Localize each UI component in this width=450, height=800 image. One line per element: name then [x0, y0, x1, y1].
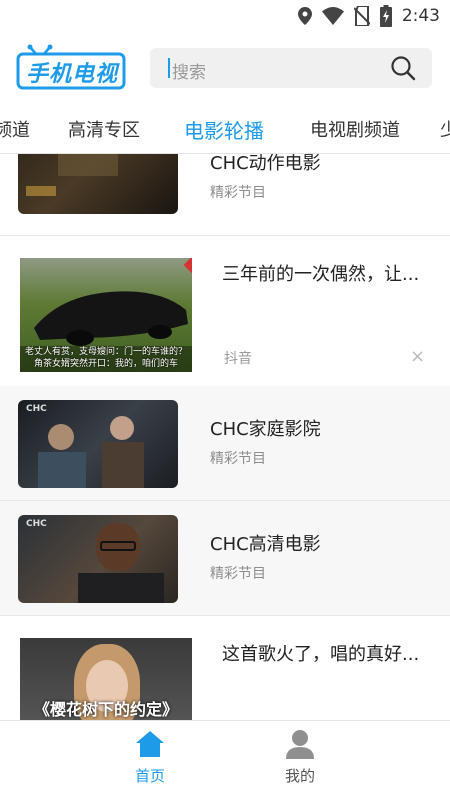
list-item-chc-hd[interactable]: CHC CHC高清电影 精彩节目 [0, 501, 450, 616]
video-thumbnail[interactable]: 《樱花树下的约定》 [20, 638, 192, 720]
channel-logo: CHC [26, 404, 47, 414]
item-title: 这首歌火了，唱的真好... [222, 644, 420, 665]
app-header: 手机电视 搜索 [0, 32, 450, 104]
content-feed: CHC动作电影 精彩节目 老丈人有赏，支母嫂问：门一的车谁的？ 角茶女婿突然开口… [0, 154, 450, 720]
close-icon[interactable]: × [410, 346, 425, 367]
list-item-chc-family[interactable]: CHC CHC家庭影院 精彩节目 [0, 386, 450, 501]
video-thumbnail[interactable]: 老丈人有赏，支母嫂问：门一的车谁的？ 角茶女婿突然开口：我的，咱们的车 [20, 258, 192, 372]
app-logo: 手机电视 [16, 44, 128, 90]
item-subtitle: 精彩节目 [210, 185, 266, 201]
item-title: 三年前的一次偶然，让... [222, 264, 420, 285]
video-thumbnail[interactable] [18, 154, 178, 214]
tab-movie-carousel[interactable]: 电影轮播 [184, 115, 264, 144]
status-bar: 2:43 [0, 0, 450, 32]
nav-home[interactable]: 首页 [110, 729, 190, 786]
search-icon[interactable] [390, 55, 416, 81]
tab-tv-series[interactable]: 电视剧频道 [310, 116, 400, 142]
wifi-icon [321, 7, 344, 25]
item-title: CHC高清电影 [210, 534, 321, 555]
status-icons: 2:43 [297, 5, 440, 27]
list-item-video-car[interactable]: 老丈人有赏，支母嫂问：门一的车谁的？ 角茶女婿突然开口：我的，咱们的车 三年前的… [0, 236, 450, 386]
nav-home-label: 首页 [134, 767, 165, 785]
user-icon [286, 730, 314, 759]
nav-profile[interactable]: 我的 [260, 729, 340, 786]
tab-channel[interactable]: 频道 [0, 116, 30, 142]
search-input[interactable]: 搜索 [150, 48, 432, 88]
list-item-chc-action[interactable]: CHC动作电影 精彩节目 [0, 154, 450, 236]
nav-profile-label: 我的 [284, 767, 315, 785]
location-icon [297, 7, 312, 25]
item-subtitle: 精彩节目 [210, 451, 266, 467]
bottom-navigation: 首页 我的 [0, 720, 450, 800]
tab-partial[interactable]: 少 [440, 116, 450, 142]
item-source: 抖音 [224, 351, 252, 367]
item-subtitle: 精彩节目 [210, 566, 266, 582]
text-cursor [168, 58, 170, 78]
search-placeholder: 搜索 [172, 63, 206, 83]
video-caption: 《樱花树下的约定》 [33, 700, 178, 719]
video-thumbnail[interactable]: CHC [18, 400, 178, 488]
no-sim-icon [353, 6, 370, 26]
item-title: CHC家庭影院 [210, 419, 321, 440]
home-icon [136, 731, 164, 757]
video-caption: 老丈人有赏，支母嫂问：门一的车谁的？ 角茶女婿突然开口：我的，咱们的车 [24, 347, 187, 369]
list-item-video-song[interactable]: 《樱花树下的约定》 这首歌火了，唱的真好... [0, 616, 450, 720]
category-tabs: 频道 高清专区 电影轮播 电视剧频道 少 [0, 104, 450, 154]
battery-charging-icon [379, 5, 392, 27]
tab-hd-zone[interactable]: 高清专区 [68, 116, 140, 142]
video-thumbnail[interactable]: CHC [18, 515, 178, 603]
channel-logo: CHC [26, 519, 47, 529]
app-logo-text: 手机电视 [26, 62, 119, 87]
status-time: 2:43 [401, 6, 440, 26]
item-title: CHC动作电影 [210, 154, 321, 174]
